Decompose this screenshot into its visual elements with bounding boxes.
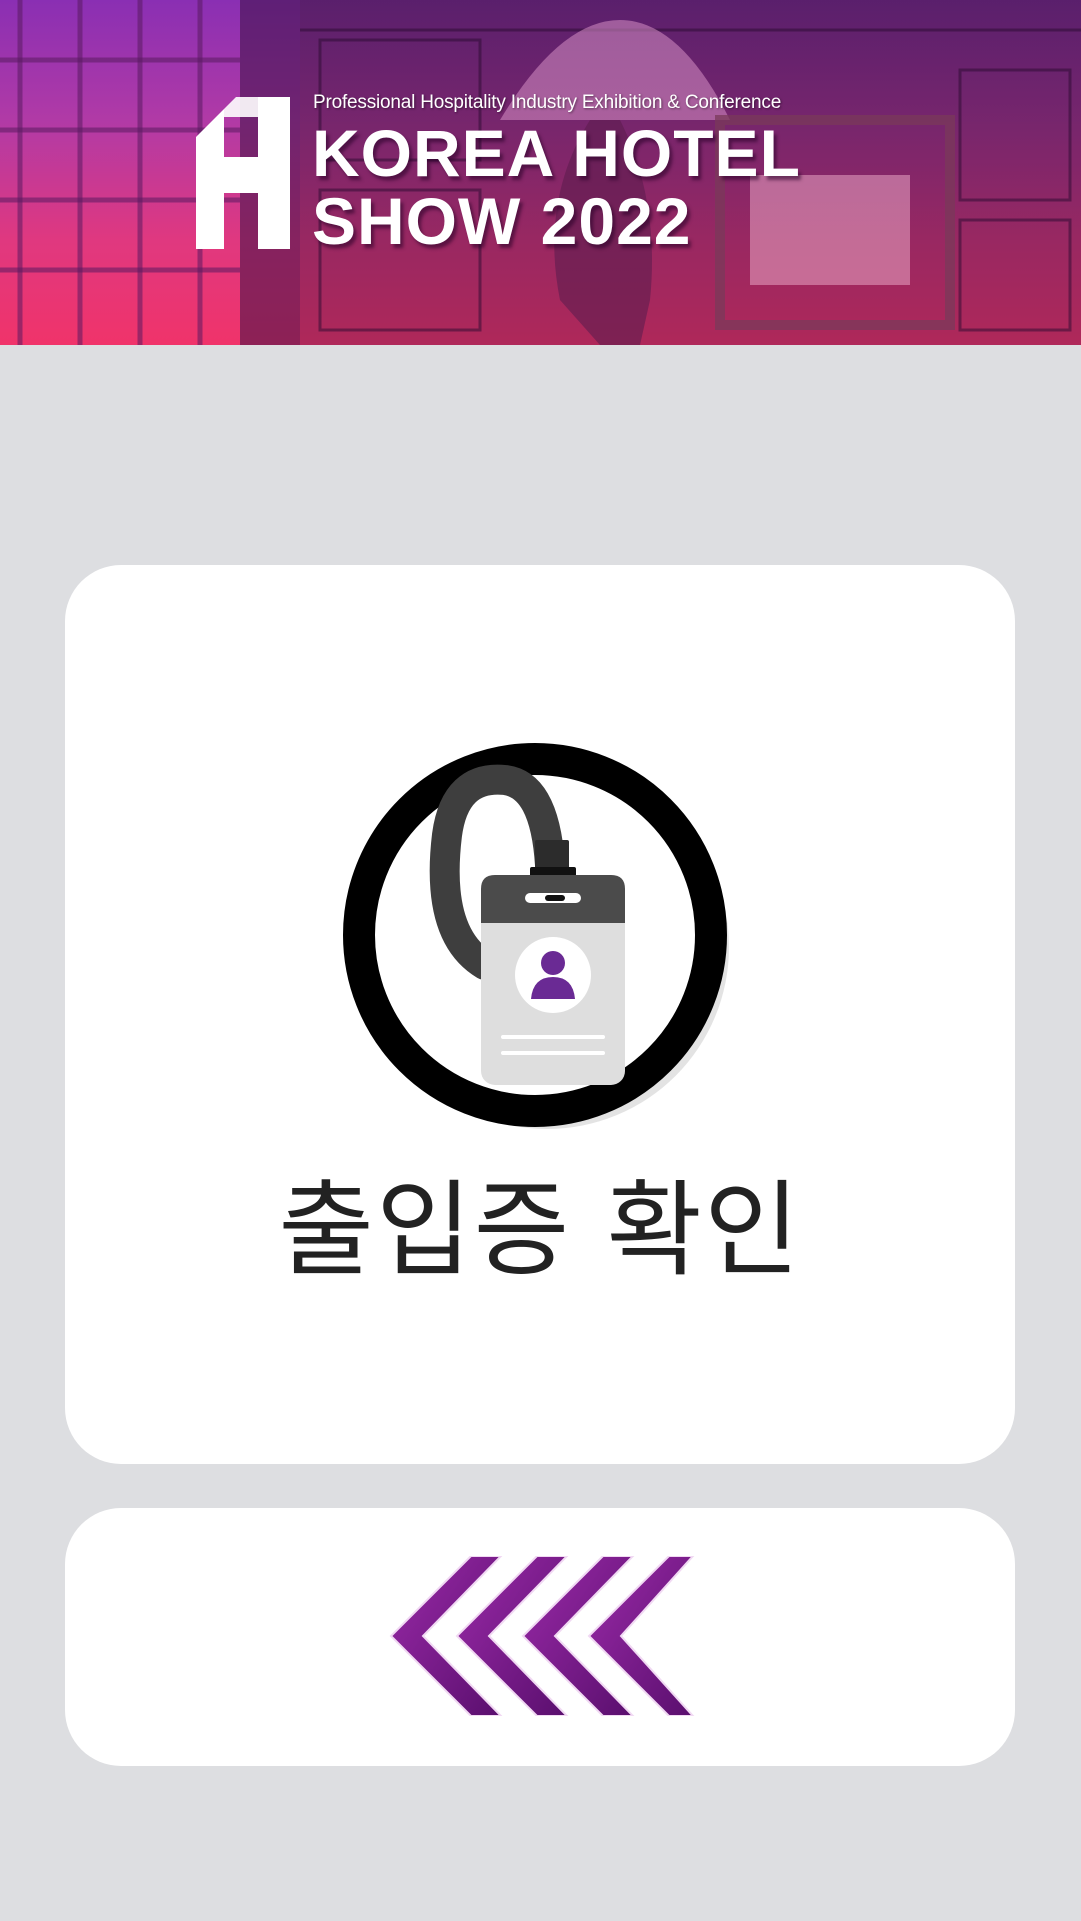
korea-hotel-show-logo-icon	[196, 97, 290, 249]
badge-check-label: 출입증 확인	[278, 1169, 802, 1291]
chevron-left-multiple-icon	[389, 1556, 695, 1716]
id-badge-icon	[343, 743, 729, 1129]
badge-check-button[interactable]: 출입증 확인	[65, 565, 1015, 1464]
back-button[interactable]	[65, 1508, 1015, 1766]
banner-tagline: Professional Hospitality Industry Exhibi…	[313, 92, 782, 113]
banner-title-line-1: KOREA HOTEL	[312, 116, 801, 190]
header-banner: Professional Hospitality Industry Exhibi…	[0, 0, 1081, 345]
banner-title-line-2: SHOW 2022	[312, 184, 692, 258]
